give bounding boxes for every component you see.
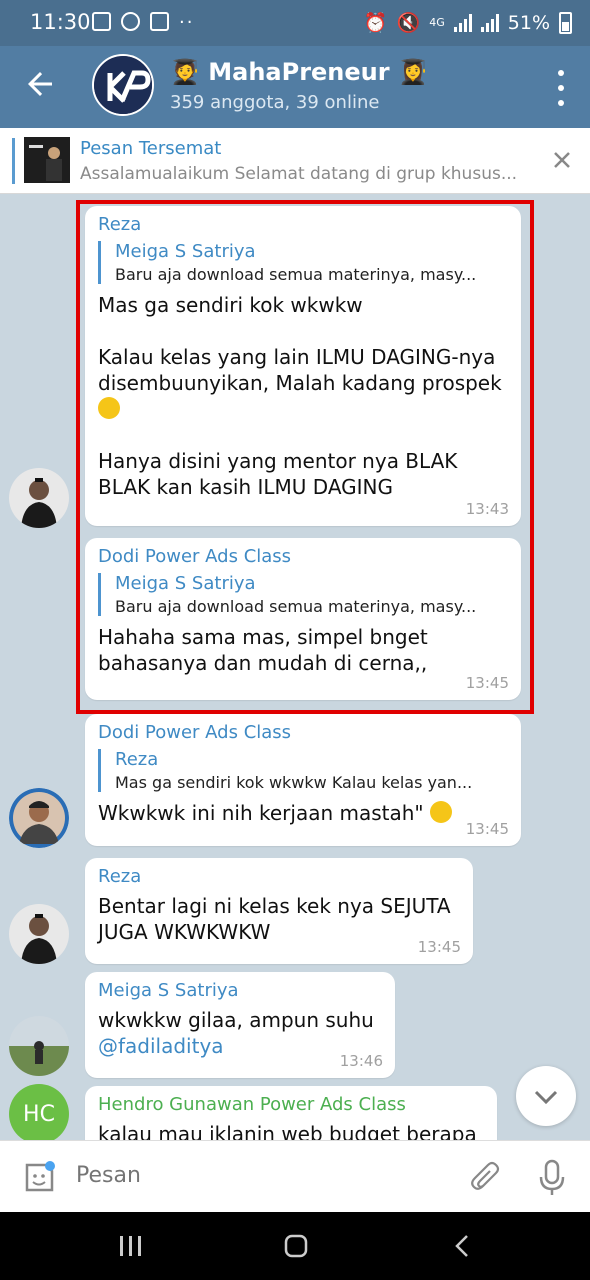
message-input[interactable] xyxy=(76,1163,456,1188)
chevron-down-icon xyxy=(534,1090,558,1105)
signal-icon xyxy=(453,13,472,32)
pinned-text: Assalamualaikum Selamat datang di grup k… xyxy=(80,164,518,184)
group-subtitle: 359 anggota, 39 online xyxy=(170,92,380,113)
reply-text: Mas ga sendiri kok wkwkw Kalau kelas yan… xyxy=(115,773,473,792)
recent-apps-icon[interactable] xyxy=(120,1236,141,1256)
message-time: 13:45 xyxy=(417,938,461,956)
pinned-message[interactable]: Pesan Tersemat Assalamualaikum Selamat d… xyxy=(0,128,590,194)
message-text: wkwkkw gilaa, ampun suhu xyxy=(98,1008,374,1032)
network-type: 4G xyxy=(429,16,445,29)
pinned-accent xyxy=(12,138,15,184)
message-time: 13:45 xyxy=(465,820,509,838)
close-icon[interactable] xyxy=(550,148,574,172)
sticker-icon[interactable] xyxy=(22,1161,56,1195)
back-nav-icon[interactable] xyxy=(455,1235,468,1257)
battery-icon xyxy=(559,11,572,34)
message-time: 13:46 xyxy=(339,1052,383,1070)
highlight-frame xyxy=(76,200,534,714)
avatar[interactable] xyxy=(9,1016,69,1076)
app-bar: 🧑‍🎓 MahaPreneur 👩‍🎓 359 anggota, 39 onli… xyxy=(0,46,590,128)
sender-name[interactable]: Reza xyxy=(98,866,459,887)
home-icon[interactable] xyxy=(284,1234,308,1258)
sender-name[interactable]: Hendro Gunawan Power Ads Class xyxy=(98,1094,483,1115)
sender-name[interactable]: Meiga S Satriya xyxy=(98,980,381,1001)
mail-icon xyxy=(150,12,169,31)
message-text: kalau mau iklanin web budget berapa xyxy=(98,1122,477,1140)
message-bubble[interactable]: Dodi Power Ads Class Reza Mas ga sendiri… xyxy=(85,714,521,846)
mention-link[interactable]: @fadiladitya xyxy=(98,1033,381,1059)
pinned-thumbnail xyxy=(24,137,70,183)
mute-icon: 🔇 xyxy=(396,12,421,34)
reply-quote[interactable]: Reza Mas ga sendiri kok wkwkw Kalau kela… xyxy=(98,749,507,792)
attach-icon[interactable] xyxy=(470,1161,502,1195)
gallery-icon xyxy=(92,12,111,31)
sender-name[interactable]: Dodi Power Ads Class xyxy=(98,722,507,743)
alarm-icon: ⏰ xyxy=(363,12,388,34)
message-text: Wkwkwk ini nih kerjaan mastah" xyxy=(98,800,507,826)
avatar[interactable] xyxy=(9,468,69,528)
more-options-icon[interactable] xyxy=(556,70,566,106)
status-bar: 11:30 ·· ⏰ 🔇 4G 51% xyxy=(0,0,590,46)
status-right: ⏰ 🔇 4G 51% xyxy=(364,11,572,34)
group-logo-icon xyxy=(94,56,152,114)
message-bubble[interactable]: Meiga S Satriya wkwkkw gilaa, ampun suhu… xyxy=(85,972,395,1078)
message-composer xyxy=(0,1140,590,1212)
avatar[interactable]: HC xyxy=(9,1084,69,1140)
avatar[interactable] xyxy=(9,788,69,848)
android-nav-bar xyxy=(0,1212,590,1280)
group-avatar[interactable] xyxy=(92,54,154,116)
back-arrow-icon[interactable] xyxy=(22,66,58,102)
reply-name: Reza xyxy=(115,749,159,770)
scroll-down-button[interactable] xyxy=(516,1066,576,1126)
group-title[interactable]: 🧑‍🎓 MahaPreneur 👩‍🎓 xyxy=(170,58,428,86)
microphone-icon[interactable] xyxy=(538,1159,566,1197)
battery-text: 51% xyxy=(507,11,550,34)
signal-icon-2 xyxy=(480,13,499,32)
pinned-title: Pesan Tersemat xyxy=(80,138,222,159)
laughing-emoji-icon xyxy=(430,801,452,823)
avatar-initials: HC xyxy=(23,1101,55,1127)
notification-icons: ·· xyxy=(92,12,194,33)
chat-notification-icon xyxy=(121,12,140,31)
more-notifications-icon: ·· xyxy=(179,12,195,33)
avatar[interactable] xyxy=(9,904,69,964)
status-time: 11:30 xyxy=(30,10,91,34)
message-bubble[interactable]: Hendro Gunawan Power Ads Class kalau mau… xyxy=(85,1086,497,1140)
message-text: Bentar lagi ni kelas kek nya SEJUTA JUGA… xyxy=(98,894,457,944)
chat-area[interactable]: Reza Meiga S Satriya Baru aja download s… xyxy=(0,194,590,1140)
message-text-part: Wkwkwk ini nih kerjaan mastah" xyxy=(98,801,424,825)
message-bubble[interactable]: Reza Bentar lagi ni kelas kek nya SEJUTA… xyxy=(85,858,473,964)
